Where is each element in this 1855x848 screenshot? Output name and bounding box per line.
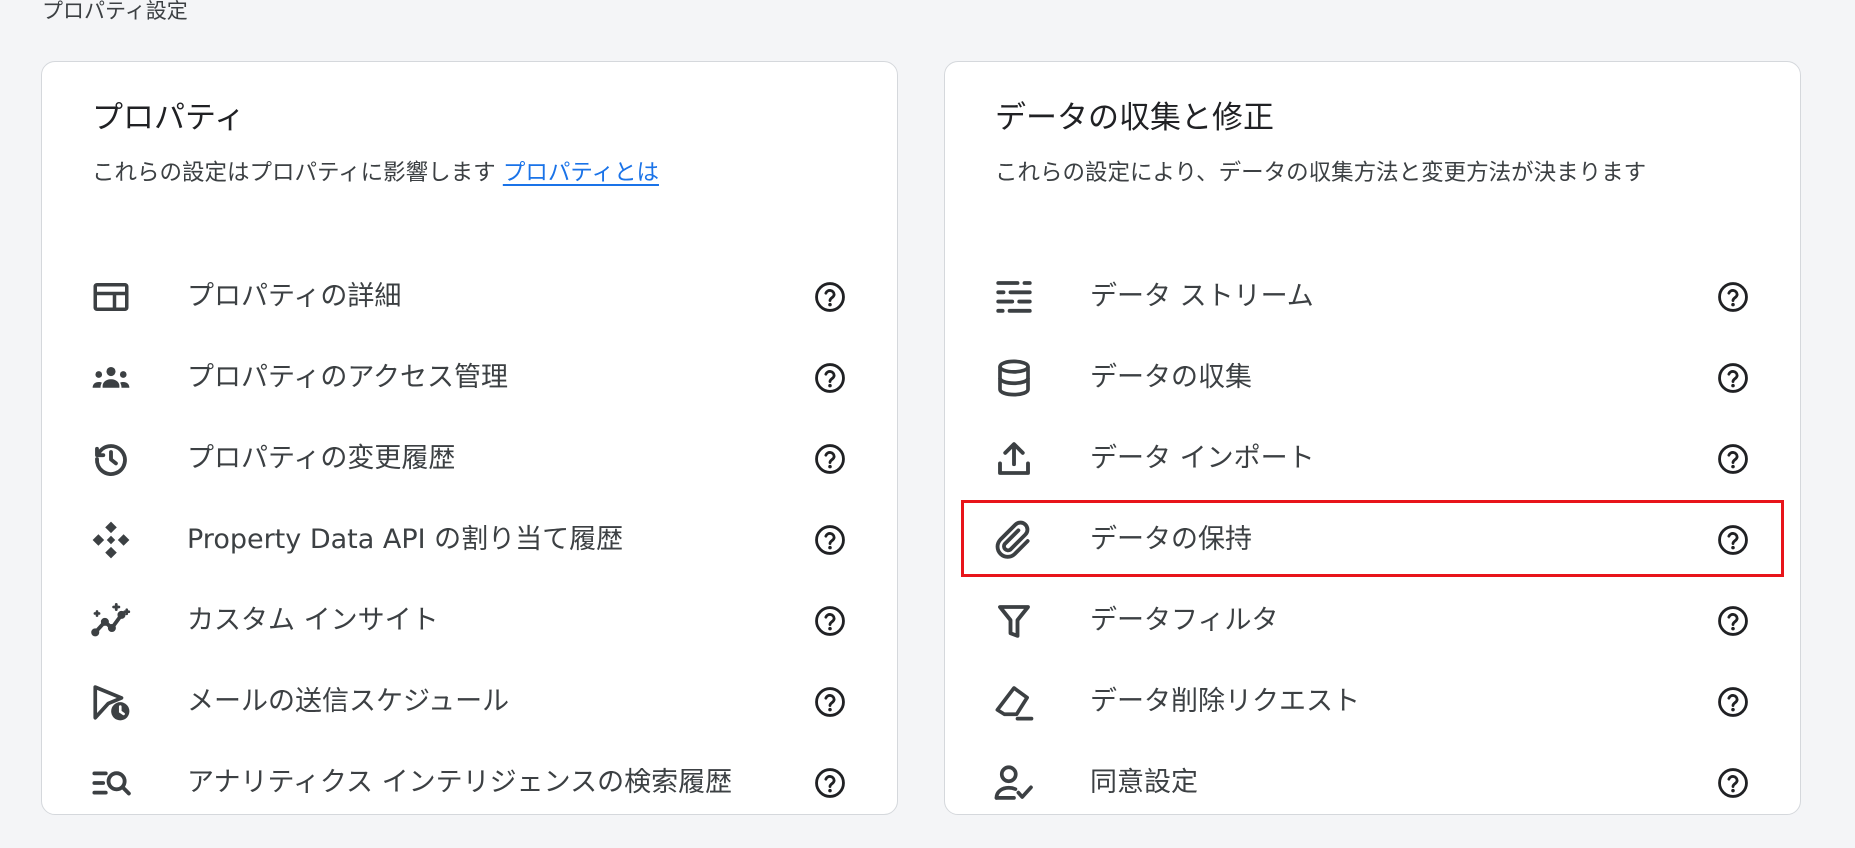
data-collection-card-title: データの収集と修正 <box>995 100 1274 136</box>
property-card-description: これらの設定はプロパティに影響します プロパティとは <box>92 158 659 188</box>
property-change-history-item[interactable]: プロパティの変更履歴 <box>42 418 897 499</box>
help-circle-icon[interactable] <box>813 280 847 314</box>
property-help-link[interactable]: プロパティとは <box>503 160 659 186</box>
property-data-api-quota-history-label: Property Data API の割り当て履歴 <box>187 524 624 555</box>
help-circle-icon[interactable] <box>813 442 847 476</box>
property-card-title: プロパティ <box>92 100 246 136</box>
database-icon <box>993 357 1035 399</box>
data-collection-label: データの収集 <box>1090 362 1252 393</box>
data-collection-card: データの収集と修正 これらの設定により、データの収集方法と変更方法が決まります … <box>944 61 1801 815</box>
custom-insights-item[interactable]: カスタム インサイト <box>42 580 897 661</box>
data-filters-label: データフィルタ <box>1090 605 1279 636</box>
data-streams-icon <box>993 276 1035 318</box>
help-circle-icon[interactable] <box>1716 685 1750 719</box>
data-import-label: データ インポート <box>1090 443 1315 474</box>
property-access-management-label: プロパティのアクセス管理 <box>187 362 509 393</box>
custom-insights-label: カスタム インサイト <box>187 605 439 636</box>
consent-person-icon <box>993 762 1035 804</box>
data-retention-item[interactable]: データの保持 <box>945 499 1800 580</box>
data-settings-list: データ ストリーム データの収集 データ インポート データの保持 データフィル… <box>945 256 1800 823</box>
help-circle-icon[interactable] <box>1716 361 1750 395</box>
web-layout-icon <box>90 276 132 318</box>
consent-settings-item[interactable]: 同意設定 <box>945 742 1800 823</box>
email-schedule-label: メールの送信スケジュール <box>187 686 510 717</box>
api-icon <box>90 519 132 561</box>
manage-search-icon <box>90 762 132 804</box>
page-title: プロパティ設定 <box>42 0 188 23</box>
upload-icon <box>993 438 1035 480</box>
help-circle-icon[interactable] <box>1716 523 1750 557</box>
help-circle-icon[interactable] <box>813 361 847 395</box>
data-filters-item[interactable]: データフィルタ <box>945 580 1800 661</box>
consent-settings-label: 同意設定 <box>1090 767 1198 798</box>
data-retention-label: データの保持 <box>1090 524 1252 555</box>
data-streams-item[interactable]: データ ストリーム <box>945 256 1800 337</box>
property-card: プロパティ これらの設定はプロパティに影響します プロパティとは プロパティの詳… <box>41 61 898 815</box>
help-circle-icon[interactable] <box>813 604 847 638</box>
help-circle-icon[interactable] <box>1716 442 1750 476</box>
property-change-history-label: プロパティの変更履歴 <box>187 443 456 474</box>
help-circle-icon[interactable] <box>813 685 847 719</box>
insights-icon <box>90 600 132 642</box>
eraser-icon <box>993 681 1035 723</box>
history-icon <box>90 438 132 480</box>
intelligence-search-history-label: アナリティクス インテリジェンスの検索履歴 <box>187 767 733 798</box>
property-details-item[interactable]: プロパティの詳細 <box>42 256 897 337</box>
property-data-api-quota-history-item[interactable]: Property Data API の割り当て履歴 <box>42 499 897 580</box>
property-details-label: プロパティの詳細 <box>187 281 402 312</box>
data-import-item[interactable]: データ インポート <box>945 418 1800 499</box>
attachment-icon <box>993 519 1035 561</box>
data-collection-item[interactable]: データの収集 <box>945 337 1800 418</box>
intelligence-search-history-item[interactable]: アナリティクス インテリジェンスの検索履歴 <box>42 742 897 823</box>
group-icon <box>90 357 132 399</box>
help-circle-icon[interactable] <box>813 523 847 557</box>
data-deletion-requests-item[interactable]: データ削除リクエスト <box>945 661 1800 742</box>
data-deletion-requests-label: データ削除リクエスト <box>1090 686 1360 717</box>
property-settings-list: プロパティの詳細 プロパティのアクセス管理 プロパティの変更履歴 Propert… <box>42 256 897 823</box>
help-circle-icon[interactable] <box>1716 766 1750 800</box>
property-access-management-item[interactable]: プロパティのアクセス管理 <box>42 337 897 418</box>
scheduled-send-icon <box>90 681 132 723</box>
help-circle-icon[interactable] <box>813 766 847 800</box>
email-schedule-item[interactable]: メールの送信スケジュール <box>42 661 897 742</box>
data-streams-label: データ ストリーム <box>1090 281 1314 312</box>
filter-icon <box>993 600 1035 642</box>
help-circle-icon[interactable] <box>1716 280 1750 314</box>
property-card-description-text: これらの設定はプロパティに影響します <box>92 160 496 186</box>
data-collection-card-description: これらの設定により、データの収集方法と変更方法が決まります <box>995 160 1647 186</box>
highlight-box <box>961 500 1784 577</box>
help-circle-icon[interactable] <box>1716 604 1750 638</box>
